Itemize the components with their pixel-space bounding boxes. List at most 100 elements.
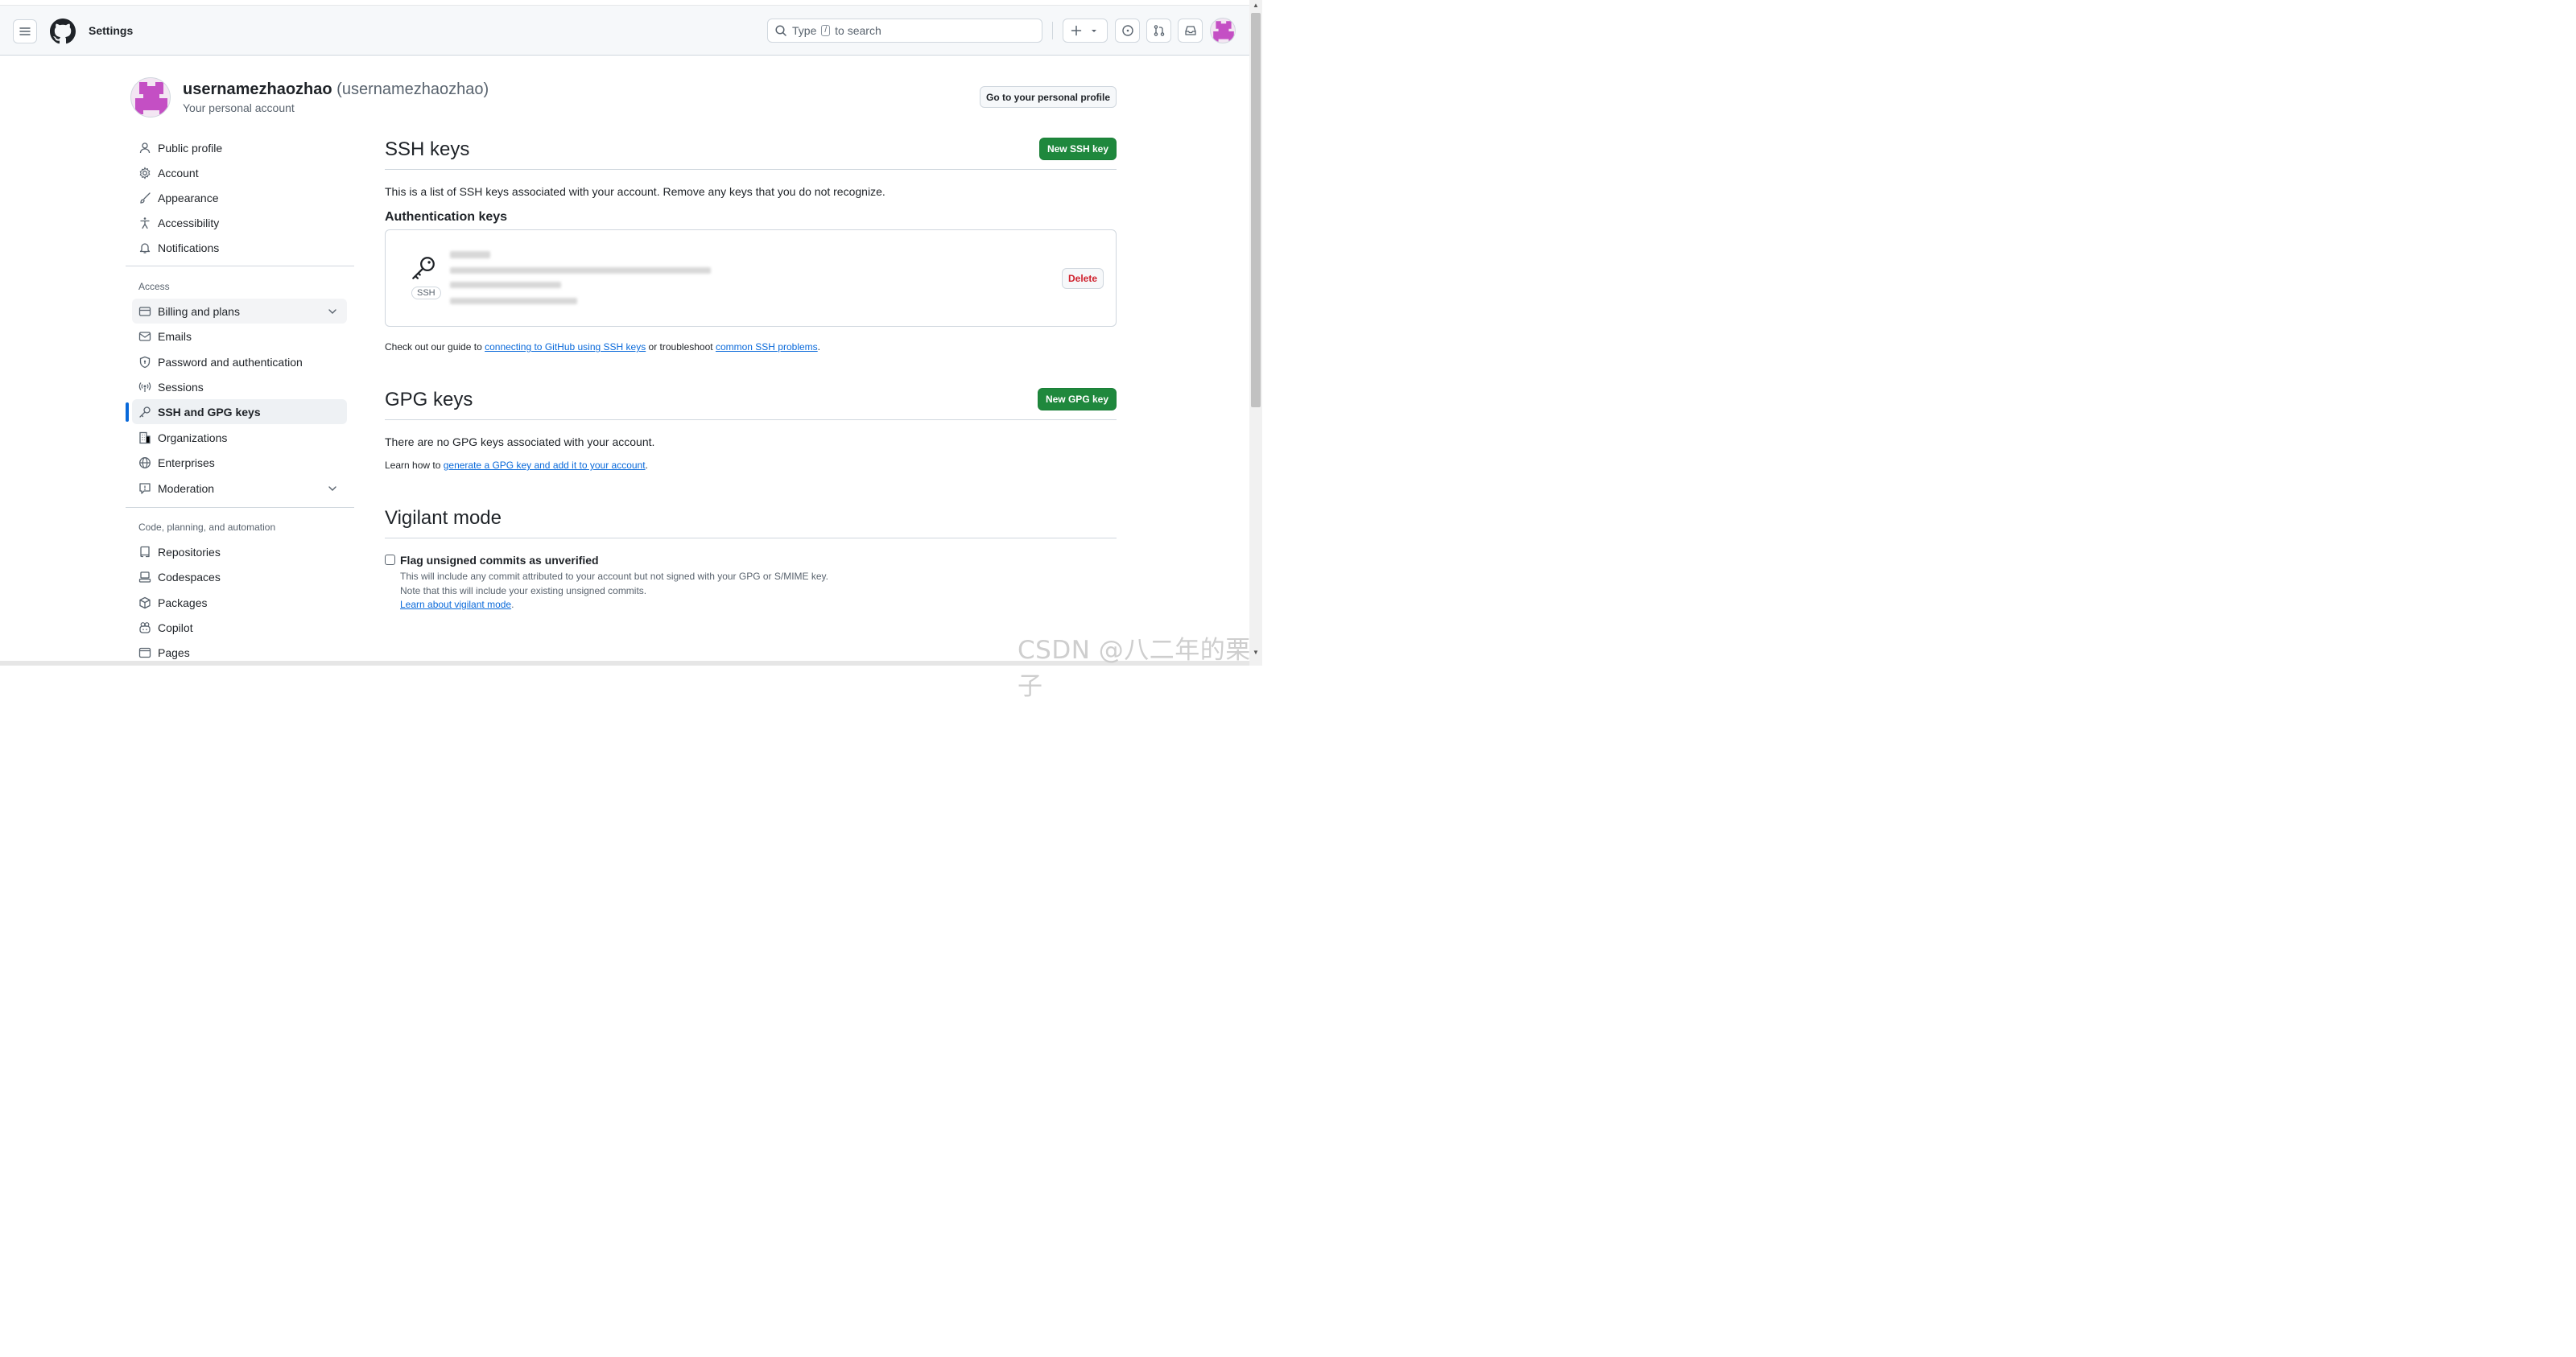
learn-prefix: Learn how to <box>385 460 441 471</box>
sidebar-item-label: Organizations <box>158 431 228 444</box>
sidebar-item-codespaces[interactable]: Codespaces <box>132 564 347 589</box>
sidebar-item-repositories[interactable]: Repositories <box>132 539 347 564</box>
go-to-profile-button[interactable]: Go to your personal profile <box>980 86 1117 108</box>
redacted-key-last-used <box>450 298 577 304</box>
search-icon <box>775 25 786 36</box>
vigilant-mode-heading: Vigilant mode <box>385 507 502 529</box>
sidebar-heading-access: Access <box>138 281 170 292</box>
plus-icon <box>1071 25 1082 36</box>
active-indicator <box>126 402 129 422</box>
ssh-key-item: SSH Delete <box>385 229 1117 327</box>
sidebar-item-public-profile[interactable]: Public profile <box>132 135 347 160</box>
sidebar-item-moderation[interactable]: Moderation <box>132 476 347 501</box>
learn-suffix: . <box>645 460 648 471</box>
avatar <box>1213 21 1234 42</box>
sidebar-item-enterprises[interactable]: Enterprises <box>132 450 347 475</box>
guide-prefix: Check out our guide to <box>385 341 482 353</box>
paintbrush-icon <box>138 192 151 204</box>
ssh-troubleshoot-link[interactable]: common SSH problems <box>716 341 818 353</box>
ssh-description: This is a list of SSH keys associated wi… <box>385 185 886 198</box>
gpg-learn-text: Learn how to generate a GPG key and add … <box>385 460 648 471</box>
sidebar-item-account[interactable]: Account <box>132 160 347 185</box>
sidebar-item-sessions[interactable]: Sessions <box>132 374 347 399</box>
menu-icon <box>19 27 31 35</box>
codespaces-icon <box>138 571 151 584</box>
sidebar-item-billing[interactable]: Billing and plans <box>132 299 347 324</box>
gpg-keys-heading: GPG keys <box>385 389 473 410</box>
sidebar-item-emails[interactable]: Emails <box>132 324 347 349</box>
login-handle: (usernamezhaozhao) <box>336 80 489 98</box>
sidebar-item-label: Password and authentication <box>158 355 303 369</box>
scroll-up-icon[interactable]: ▲ <box>1253 2 1259 9</box>
sidebar-item-appearance[interactable]: Appearance <box>132 185 347 210</box>
new-ssh-key-button[interactable]: New SSH key <box>1039 138 1117 160</box>
vigilant-checkbox-label[interactable]: Flag unsigned commits as unverified <box>400 554 599 567</box>
sidebar-item-notifications[interactable]: Notifications <box>132 235 347 260</box>
sidebar-divider <box>126 507 354 508</box>
ssh-guide-link[interactable]: connecting to GitHub using SSH keys <box>485 341 646 353</box>
sidebar-item-label: Moderation <box>158 481 215 495</box>
sidebar-item-copilot[interactable]: Copilot <box>132 615 347 640</box>
sidebar-item-accessibility[interactable]: Accessibility <box>132 210 347 235</box>
ssh-badge: SSH <box>411 287 441 299</box>
person-icon <box>138 142 151 155</box>
copilot-icon <box>138 621 151 634</box>
inbox-button[interactable] <box>1178 19 1203 43</box>
key-icon <box>138 406 151 419</box>
profile-username[interactable]: usernamezhaozhao (usernamezhaozhao) <box>183 80 489 99</box>
chevron-down-icon[interactable] <box>326 482 339 495</box>
browser-icon <box>138 646 151 659</box>
sidebar-item-organizations[interactable]: Organizations <box>132 425 347 450</box>
sidebar-item-label: Account <box>158 166 199 179</box>
section-divider <box>385 169 1117 170</box>
sidebar-item-packages[interactable]: Packages <box>132 590 347 615</box>
menu-button[interactable] <box>13 19 37 43</box>
gpg-description: There are no GPG keys associated with yo… <box>385 435 655 448</box>
redacted-key-title <box>450 251 490 258</box>
section-divider <box>385 419 1117 420</box>
shield-lock-icon <box>138 356 151 369</box>
issues-button[interactable] <box>1115 19 1140 43</box>
pull-requests-button[interactable] <box>1146 19 1171 43</box>
search-shortcut-key: / <box>821 25 831 36</box>
vigilant-learn-suffix: . <box>511 599 514 610</box>
sidebar-item-ssh-gpg-keys[interactable]: SSH and GPG keys <box>132 399 347 424</box>
chevron-down-icon[interactable] <box>326 305 339 318</box>
user-avatar-button[interactable] <box>1210 18 1236 43</box>
sidebar-item-label: Notifications <box>158 241 220 254</box>
redacted-key-added <box>450 282 561 288</box>
gear-icon <box>138 166 151 179</box>
gpg-guide-link[interactable]: generate a GPG key and add it to your ac… <box>444 460 646 471</box>
sidebar-item-label: Accessibility <box>158 216 220 229</box>
sidebar-item-password[interactable]: Password and authentication <box>132 349 347 374</box>
organization-icon <box>138 431 151 444</box>
vigilant-learn-link[interactable]: Learn about vigilant mode <box>400 599 511 610</box>
issues-icon <box>1121 25 1133 36</box>
sidebar-item-pages[interactable]: Pages <box>132 640 347 665</box>
repo-icon <box>138 546 151 559</box>
new-gpg-key-button[interactable]: New GPG key <box>1038 388 1117 410</box>
sidebar-item-label: Sessions <box>158 380 204 394</box>
ssh-guide-text: Check out our guide to connecting to Git… <box>385 341 820 353</box>
sidebar-item-label: Codespaces <box>158 570 221 584</box>
avatar <box>135 82 167 114</box>
github-logo[interactable] <box>50 19 76 44</box>
package-icon <box>138 596 151 609</box>
vigilant-mode-checkbox[interactable] <box>385 555 395 565</box>
account-type-label: Your personal account <box>183 101 295 114</box>
sidebar-item-label: Repositories <box>158 545 221 559</box>
ssh-keys-heading: SSH keys <box>385 138 470 160</box>
credit-card-icon <box>138 305 151 318</box>
create-new-button[interactable] <box>1063 19 1108 43</box>
scrollbar-thumb[interactable] <box>1251 13 1261 407</box>
sidebar-item-label: Copilot <box>158 621 193 634</box>
delete-ssh-key-button[interactable]: Delete <box>1062 268 1104 289</box>
username[interactable]: usernamezhaozhao <box>183 80 332 98</box>
sidebar-item-label: Pages <box>158 646 190 659</box>
authentication-keys-heading: Authentication keys <box>385 210 508 224</box>
search-input[interactable]: Type / to search <box>767 19 1042 43</box>
guide-suffix: . <box>817 341 821 353</box>
mail-icon <box>138 330 151 343</box>
page-context-title: Settings <box>89 24 134 37</box>
inbox-icon <box>1184 26 1196 35</box>
